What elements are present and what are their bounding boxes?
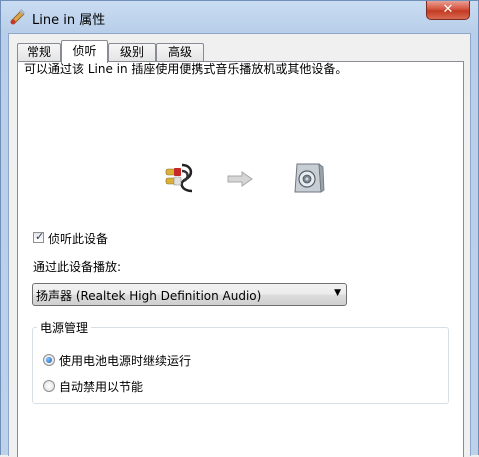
tab-listen[interactable]: 侦听 (61, 40, 108, 63)
continue-on-battery-label[interactable]: 使用电池电源时继续运行 (59, 352, 191, 369)
continue-on-battery-radio[interactable] (43, 354, 55, 366)
auto-disable-label[interactable]: 自动禁用以节能 (59, 378, 143, 395)
checkmark-icon: ✓ (35, 230, 45, 243)
listen-checkbox-label[interactable]: 侦听此设备 (48, 230, 108, 247)
speaker-device-icon (294, 163, 325, 193)
auto-disable-radio[interactable] (43, 380, 55, 392)
power-management-title: 电源管理 (37, 319, 92, 336)
playback-label: 通过此设备播放: (33, 260, 122, 274)
listen-checkbox[interactable]: ✓ (33, 230, 45, 243)
window-title: Line in 属性 (32, 13, 106, 28)
speaker-settings-icon (10, 8, 25, 25)
rca-cable-icon (165, 163, 193, 193)
chevron-down-icon: ▼ (334, 288, 341, 298)
close-button[interactable]: ✕ (426, 1, 470, 20)
properties-window: Line in 属性 ✕ 常规 侦听 级别 高级 可以通过该 Line in 插… (0, 0, 479, 457)
arrow-right-icon (227, 171, 253, 187)
playback-device-select[interactable]: 扬声器 (Realtek High Definition Audio) ▼ (32, 283, 347, 306)
playback-device-value: 扬声器 (Realtek High Definition Audio) (36, 289, 262, 303)
title-bar[interactable]: Line in 属性 ✕ (1, 1, 478, 33)
radio-selected-dot (46, 357, 52, 363)
